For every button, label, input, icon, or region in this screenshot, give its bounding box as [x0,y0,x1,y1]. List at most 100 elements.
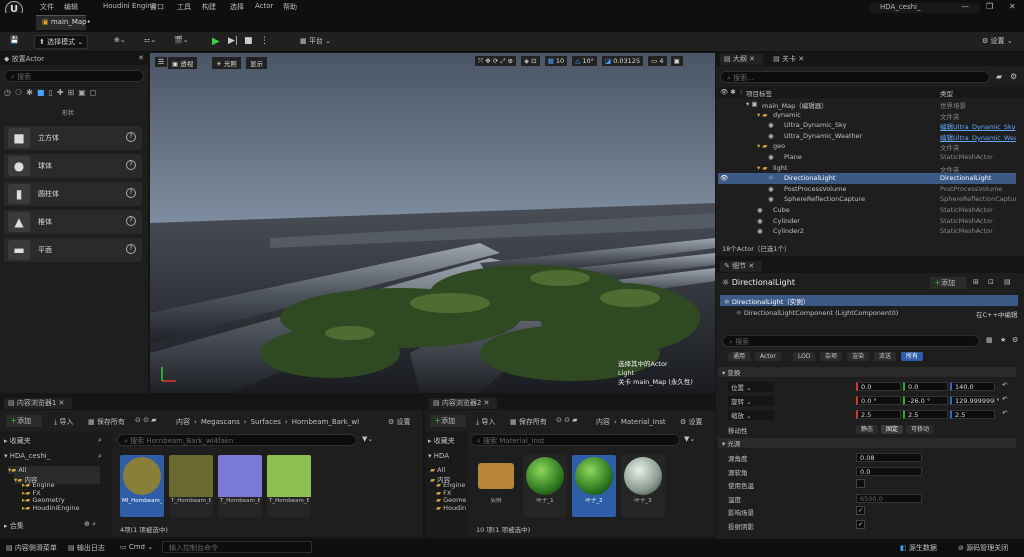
menu-9[interactable]: 帮助 [283,2,297,12]
cb1-favorites[interactable]: ▸ 收藏夹 [4,436,31,446]
light-property-value[interactable]: 0.0 [856,466,922,476]
reset-arrow-icon[interactable]: ↶ [1002,381,1007,389]
cb2-save-all-button[interactable]: ▦ 保存所有 [510,417,547,427]
details-settings-icon[interactable]: ⚙ [1012,336,1018,344]
scale-z-field[interactable]: 2.5 [950,410,995,419]
viewport-snap-bar[interactable]: ⤧ ✥ ⟳ ⤢ ⊕ ◈ ⊡ ▦ 10 △ 10° ◪ 0.03125 ▭ 4 ▣ [475,56,695,69]
level-tab[interactable]: ▣ main_Map• [36,15,91,30]
cb2-tab[interactable]: ▤ 内容浏览器2 ✕ [429,398,498,409]
close-icon[interactable]: ✕ [1009,2,1016,11]
cb1-filter-icon[interactable]: ▼⌄ [362,435,373,443]
details-lock-icon[interactable]: ⊡ [988,278,994,286]
close-tab-icon[interactable]: ✕ [138,54,144,62]
outliner-row[interactable]: 👁 ☼ DirectionalLight DirectionalLight [718,173,1016,184]
actor-category-icons[interactable]: ◷⚆✱■▯✚⊞▣◻ [4,88,144,102]
edit-cpp-link[interactable]: 在C++中编辑 [976,309,1017,319]
filter-tab-7[interactable]: 所有 [901,352,924,361]
outliner-item-type[interactable]: 编辑Ultra_Dynamic_Sky [940,121,1016,131]
cb2-search-input[interactable]: ⌕ 搜索 Material_Inst [470,434,680,446]
favorites-star-icon[interactable]: ★ [1000,336,1006,344]
level-viewport[interactable] [150,53,715,393]
cb1-save-all-button[interactable]: ▦ 保存所有 [88,417,125,427]
details-component-row[interactable]: ☼ DirectionalLightComponent (LightCompon… [736,309,898,317]
filter-tab-3[interactable]: LOD [793,352,816,361]
cb1-add-button[interactable]: ＋添加 [6,415,42,427]
add-component-button[interactable]: ＋添加 [930,277,966,289]
scale-snap[interactable]: ◪ 0.03125 [601,56,644,66]
surface-snap-icon[interactable]: ◈ ⊡ [521,56,540,66]
add-content-icon[interactable]: ⊕⌄ [110,35,130,49]
details-instance-row[interactable]: ☼ DirectionalLight（实例） [720,295,1018,306]
viewport-layout-icon[interactable]: ▣ [670,56,683,66]
light-section[interactable]: ▾ 光源 [718,438,1016,448]
filter-tab-5[interactable]: 渲染 [847,352,870,361]
cb2-import-button[interactable]: ⤓ 导入 [476,417,495,427]
transform-rotation-dropdown[interactable]: 旋转 ⌄ [728,396,774,406]
outliner-settings-icon[interactable]: ⚙ [1010,72,1017,81]
light-property-checkbox[interactable] [856,479,865,488]
cb1-collections[interactable]: ▸ 合集 [4,521,24,531]
help-icon[interactable]: ? [126,216,136,226]
menu-6[interactable]: 构建 [202,2,216,12]
cb1-settings-button[interactable]: ⚙ 设置 [388,417,411,427]
menu-4[interactable]: 窗口 [150,2,164,12]
settings-button[interactable]: ⚙ 设置 ⌄ [978,35,1017,49]
cb2-add-button[interactable]: ＋添加 [430,415,466,427]
cb1-project[interactable]: ▾ HDA_ceshi_ [4,452,50,460]
stop-icon[interactable]: ■ [240,35,257,49]
menu-8[interactable]: Actor [255,2,273,10]
location-y-field[interactable]: 0.0 [903,382,948,391]
shape-item-5[interactable]: ▬ 平面? [4,238,142,262]
outliner-tab[interactable]: ▤ 大纲 ✕ [720,54,763,65]
outliner-row[interactable]: ◉ Plane StaticMeshActor [718,152,1016,163]
save-level-icon[interactable]: 💾 [6,35,23,49]
maximize-icon[interactable]: ❐ [986,2,993,11]
light-property-checkbox[interactable]: ✓ [856,506,865,515]
reset-arrow-icon[interactable]: ↶ [1002,409,1007,417]
breadcrumb-item[interactable]: 内容 [176,418,190,426]
viewport-button-3[interactable]: 显示 [246,57,267,69]
help-icon[interactable]: ? [126,188,136,198]
grid-snap[interactable]: ▦ 10 [544,56,568,66]
outliner-item-type[interactable]: 编辑Ultra_Dynamic_Weat [940,132,1016,142]
blueprint-icon[interactable]: ⚏⌄ [140,35,160,49]
outliner-row[interactable]: ◉ PostProcessVolume PostProcessVolume [718,184,1016,195]
cb1-asset-tile[interactable]: T_Hornbeam_Bark_wl4fakn_2K_N [218,455,262,517]
cb1-collection-icons[interactable]: ⊕ ⌕ [84,520,96,529]
outliner-row[interactable]: ▾ ▰ dynamic 文件夹 [718,110,1016,121]
help-icon[interactable]: ? [126,132,136,142]
breadcrumb-item[interactable]: Hornbeam_Bark_wl [292,418,359,426]
cb2-asset-tile[interactable]: 叶子_3 [621,455,665,517]
scale-y-field[interactable]: 2.5 [903,410,948,419]
cb2-favorites[interactable]: ▸ 收藏夹 [428,436,464,446]
light-property-checkbox[interactable]: ✓ [856,519,865,529]
derived-data-button[interactable]: ◧ 源生数据 [900,543,937,553]
menu-7[interactable]: 选择 [230,2,244,12]
minimize-icon[interactable]: — [961,2,969,11]
col-label-header[interactable]: 项目标签 [746,88,772,98]
location-x-field[interactable]: 0.0 [856,382,901,391]
transform-section[interactable]: ▾ 变换 [718,367,1016,377]
cb1-tab[interactable]: ▤ 内容浏览器1 ✕ [4,398,73,409]
platform-dropdown[interactable]: ▦ 平台 ⌄ [296,35,335,49]
filter-tab-1[interactable]: 通用 [728,352,751,361]
transform-location-dropdown[interactable]: 位置 ⌄ [728,382,774,392]
breadcrumb-item[interactable]: Surfaces [251,418,281,426]
cb1-project-search-icon[interactable]: ⌕ [98,452,102,461]
visibility-col-icon[interactable]: 👁 ✱ ⋮ [720,88,744,96]
filter-tab-2[interactable]: Actor [755,352,781,361]
outliner-row[interactable]: ◉ Cylinder2 StaticMeshActor [718,226,1016,237]
rotation-x-field[interactable]: 0.0 ° [856,396,901,405]
cb2-asset-tile[interactable]: 叶子_1 [523,455,567,517]
cb2-asset-tile[interactable]: 实例 [474,455,518,517]
cb2-tree-item[interactable]: ▰ HoudiniEngine [436,504,466,512]
cb1-asset-tile[interactable]: T_Hornbeam_Bark_wl4fakn_2K_D [169,455,213,517]
menu-2[interactable]: 编辑 [64,2,78,12]
cb2-project[interactable]: ▾ HDA [428,452,464,460]
shape-item-2[interactable]: ● 球体? [4,154,142,178]
details-tab[interactable]: ✎ 细节 ✕ [720,261,763,272]
filter-tab-4[interactable]: 杂项 [820,352,843,361]
content-drawer-button[interactable]: ▤ 内容侧滑菜单 [6,543,57,553]
play-icon[interactable]: ▶ [208,35,224,49]
play-options-icon[interactable]: ⋮ [256,35,273,49]
